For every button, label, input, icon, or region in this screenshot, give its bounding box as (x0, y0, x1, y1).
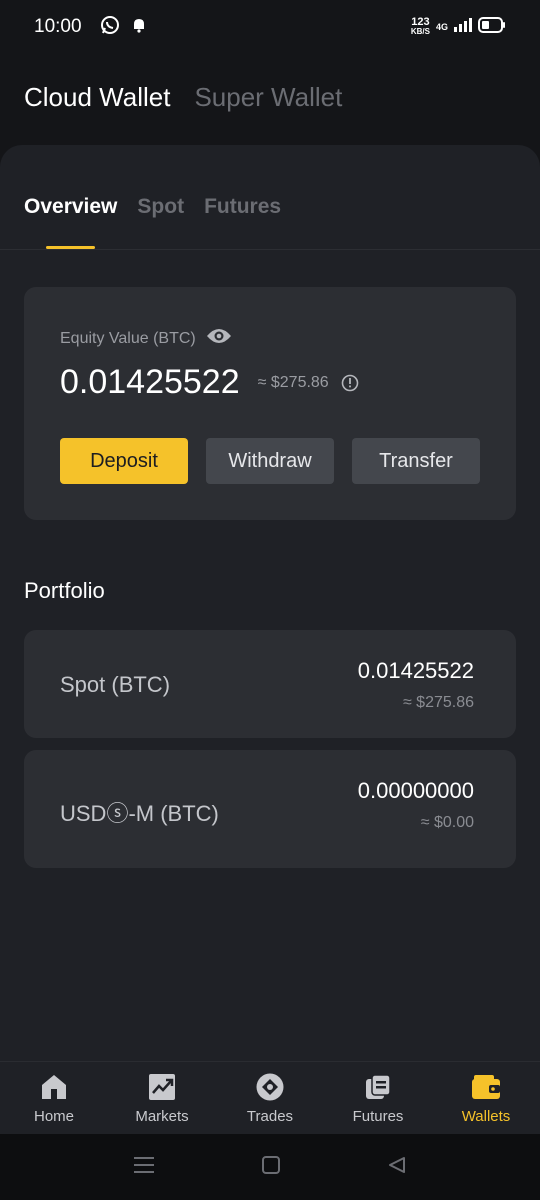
home-square-icon[interactable] (262, 1155, 280, 1179)
transfer-button[interactable]: Transfer (352, 438, 480, 484)
info-icon[interactable] (341, 374, 359, 392)
net-speed-unit: KB/S (410, 27, 430, 36)
signal-icon (454, 17, 472, 37)
net-speed-value: 123 (411, 16, 430, 28)
net-speed: 123 KB/S (410, 16, 430, 37)
equity-value: 0.01425522 (60, 363, 240, 401)
nav-label: Home (33, 1108, 74, 1125)
tabs-divider (0, 249, 540, 250)
nav-label: Futures (352, 1108, 404, 1125)
wallet-icon (471, 1072, 501, 1102)
status-notification-icons (100, 15, 146, 40)
equity-usd-value: ≈ $275.86 (257, 373, 329, 391)
tab-overview[interactable]: Overview (24, 195, 117, 219)
equity-label: Equity Value (BTC) (60, 329, 196, 347)
home-icon (39, 1072, 69, 1102)
wallet-actions: Deposit Withdraw Transfer (60, 438, 480, 484)
system-nav-bar (0, 1134, 540, 1200)
tab-futures[interactable]: Futures (204, 195, 281, 219)
eye-icon[interactable] (206, 327, 232, 350)
wallet-panel: Overview Spot Futures Equity Value (BTC)… (0, 145, 540, 1061)
asset-name: Spot (BTC) (60, 672, 171, 697)
equity-card: Equity Value (BTC) 0.01425522 ≈ $275.86 … (24, 287, 516, 520)
nav-label: Markets (135, 1108, 189, 1125)
whatsapp-icon (100, 15, 120, 40)
trades-icon (255, 1072, 285, 1102)
nav-home[interactable]: Home (0, 1062, 108, 1134)
withdraw-button[interactable]: Withdraw (206, 438, 334, 484)
futures-icon (363, 1072, 393, 1102)
tab-cloud-wallet[interactable]: Cloud Wallet (24, 82, 170, 113)
nav-markets[interactable]: Markets (108, 1062, 216, 1134)
asset-amount: 0.00000000 (357, 778, 474, 803)
nav-label: Wallets (461, 1108, 511, 1125)
asset-card-usds-m[interactable]: USDⓢ-M (BTC) 0.00000000 ≈ $0.00 (24, 750, 516, 868)
asset-card-spot[interactable]: Spot (BTC) 0.01425522 ≈ $275.86 (24, 630, 516, 738)
status-bar: 10:00 123 KB/S 4G (0, 0, 540, 54)
tab-super-wallet[interactable]: Super Wallet (194, 82, 342, 113)
markets-icon (147, 1072, 177, 1102)
battery-icon (478, 16, 506, 38)
wallet-sub-tabs: Overview Spot Futures (24, 195, 281, 219)
equity-value-row: 0.01425522 ≈ $275.86 (60, 363, 359, 402)
nav-futures[interactable]: Futures (324, 1062, 432, 1134)
menu-icon[interactable] (134, 1156, 154, 1179)
nav-trades[interactable]: Trades (216, 1062, 324, 1134)
tab-spot[interactable]: Spot (137, 195, 184, 219)
asset-amount: 0.01425522 (357, 658, 474, 683)
asset-usd-value: ≈ $275.86 (402, 694, 474, 711)
status-time: 10:00 (34, 16, 82, 37)
network-type: 4G (435, 22, 448, 32)
portfolio-title: Portfolio (24, 578, 105, 603)
bell-icon (132, 17, 146, 38)
asset-name: USDⓢ-M (BTC) (60, 801, 219, 826)
nav-wallets[interactable]: Wallets (432, 1062, 540, 1134)
equity-label-row: Equity Value (BTC) (60, 327, 232, 350)
deposit-button[interactable]: Deposit (60, 438, 188, 484)
bottom-nav: Home Markets Trades Futures Wallets (0, 1061, 540, 1134)
nav-label: Trades (246, 1108, 294, 1125)
back-icon[interactable] (388, 1156, 406, 1179)
asset-usd-value: ≈ $0.00 (420, 814, 474, 831)
status-system-icons: 123 KB/S 4G (410, 16, 506, 38)
wallet-type-tabs: Cloud Wallet Super Wallet (24, 82, 342, 113)
